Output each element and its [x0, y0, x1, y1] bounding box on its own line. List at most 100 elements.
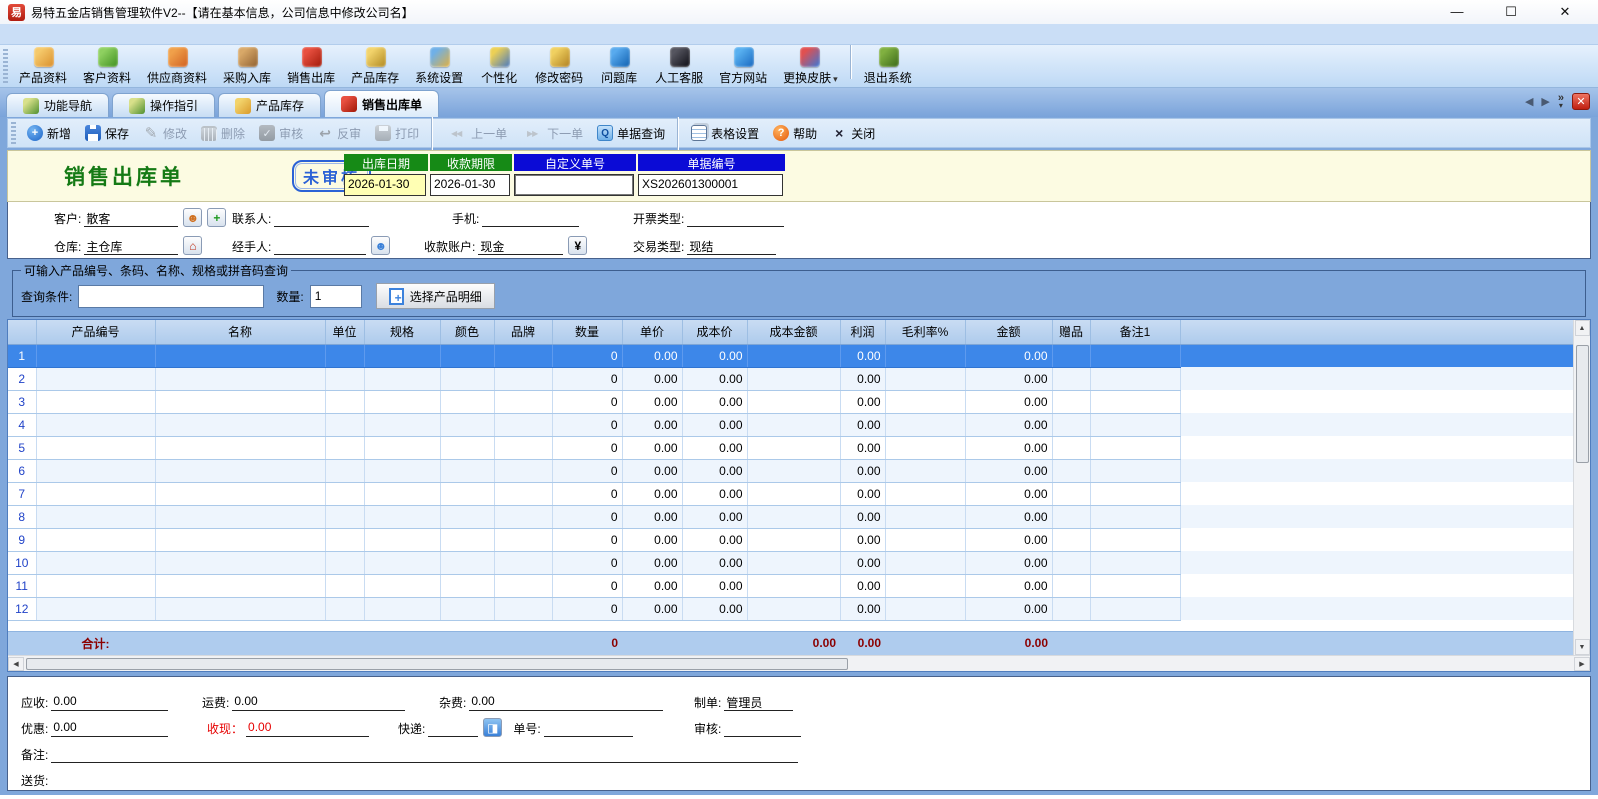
grid-cell[interactable] [440, 551, 495, 575]
horizontal-scroll-thumb[interactable] [26, 657, 848, 670]
column-header[interactable]: 备注1 [1090, 320, 1181, 345]
grid-cell[interactable] [36, 436, 156, 460]
contact-field[interactable] [274, 210, 370, 227]
query-condition-input[interactable] [78, 284, 265, 308]
grid-cell[interactable]: 0.00 [622, 505, 683, 529]
table-row[interactable]: 12 0 0.00 0.00 0.00 0.00 [8, 597, 1573, 621]
grid-cell[interactable]: 0.00 [840, 574, 886, 598]
scroll-tabs-left-icon[interactable]: ◀ [1525, 95, 1533, 108]
grid-cell[interactable] [747, 597, 841, 621]
select-express-icon[interactable]: ◨ [483, 718, 503, 737]
grid-cell[interactable]: 0.00 [965, 413, 1053, 437]
toolbar-button[interactable]: 产品资料 [12, 45, 76, 88]
grid-cell[interactable] [36, 413, 156, 437]
scroll-left-icon[interactable]: ◀ [8, 656, 24, 671]
grid-cell[interactable] [885, 390, 966, 414]
grid-cell[interactable] [36, 597, 156, 621]
grid-cell[interactable] [494, 344, 553, 368]
grid-cell[interactable] [364, 482, 441, 506]
grid-cell[interactable] [885, 436, 966, 460]
grid-cell[interactable] [440, 413, 495, 437]
grid-cell[interactable] [747, 436, 841, 460]
grid-cell[interactable]: 0.00 [840, 390, 886, 414]
grid-cell[interactable] [155, 436, 326, 460]
grid-cell[interactable] [885, 459, 966, 483]
column-header[interactable]: 数量 [552, 320, 623, 345]
toolbar-button[interactable]: 采购入库 [216, 45, 280, 88]
grid-cell[interactable] [1052, 390, 1091, 414]
action-button[interactable]: 表格设置 [684, 122, 766, 145]
grid-cell[interactable] [494, 367, 553, 391]
toolbar-button[interactable]: 销售出库 [280, 45, 344, 88]
table-row[interactable]: 1 0 0.00 0.00 0.00 0.00 [8, 344, 1573, 368]
grid-cell[interactable]: 0.00 [622, 551, 683, 575]
grid-cell[interactable]: 0.00 [622, 528, 683, 552]
grid-cell[interactable]: 0 [552, 574, 623, 598]
grid-cell[interactable]: 0.00 [622, 574, 683, 598]
grid-cell[interactable] [325, 344, 365, 368]
payment-account-field[interactable]: 现金 [478, 238, 564, 255]
grid-cell[interactable]: 0.00 [682, 597, 748, 621]
action-button[interactable]: ▶▶ 下一单 [514, 122, 590, 145]
grid-cell[interactable] [36, 344, 156, 368]
toolbar-button[interactable]: 人工客服 [648, 45, 712, 88]
grid-cell[interactable] [885, 505, 966, 529]
column-header[interactable]: 成本价 [682, 320, 748, 345]
column-header[interactable]: 赠品 [1052, 320, 1091, 345]
grid-cell[interactable]: 0.00 [840, 505, 886, 529]
grid-cell[interactable] [440, 436, 495, 460]
toolbar-button[interactable]: 问题库 [592, 45, 648, 88]
grid-cell[interactable]: 0 [552, 413, 623, 437]
scroll-up-icon[interactable]: ▲ [1574, 320, 1590, 336]
action-button[interactable]: ↩ 反审 [310, 122, 368, 145]
cash-received-field[interactable]: 0.00 [246, 720, 370, 737]
auditor-field[interactable] [724, 720, 802, 737]
toolbar-button[interactable]: 产品库存 [344, 45, 408, 88]
grid-cell[interactable] [747, 574, 841, 598]
grid-cell[interactable] [36, 482, 156, 506]
grid-cell[interactable] [364, 436, 441, 460]
customer-field[interactable]: 散客 [84, 210, 179, 227]
grid-cell[interactable]: 0.00 [965, 505, 1053, 529]
grid-cell[interactable]: 0.00 [840, 528, 886, 552]
menu-item[interactable] [84, 32, 104, 36]
document-tab[interactable]: 销售出库单 [324, 90, 440, 117]
mobile-field[interactable] [482, 210, 580, 227]
grid-cell[interactable]: 0 [552, 459, 623, 483]
grid-cell[interactable] [494, 505, 553, 529]
receivable-field[interactable]: 0.00 [51, 694, 169, 711]
toolbar-button[interactable]: 官方网站 [712, 45, 776, 88]
grid-cell[interactable] [155, 344, 326, 368]
grid-cell[interactable] [1052, 344, 1091, 368]
grid-cell[interactable] [494, 528, 553, 552]
grid-cell[interactable]: 0.00 [622, 482, 683, 506]
grid-cell[interactable]: 0.00 [682, 390, 748, 414]
table-row[interactable]: 10 0 0.00 0.00 0.00 0.00 [8, 551, 1573, 575]
table-row[interactable]: 9 0 0.00 0.00 0.00 0.00 [8, 528, 1573, 552]
head-field-value[interactable]: 2026-01-30 [344, 174, 426, 196]
toolbar-button[interactable]: 供应商资料 [140, 45, 216, 88]
table-row[interactable]: 5 0 0.00 0.00 0.00 0.00 [8, 436, 1573, 460]
grid-cell[interactable]: 0.00 [965, 436, 1053, 460]
discount-field[interactable]: 0.00 [51, 720, 169, 737]
grid-cell[interactable]: 0 [552, 482, 623, 506]
close-window-button[interactable]: ✕ [1552, 4, 1578, 20]
grid-cell[interactable]: 0 [552, 505, 623, 529]
action-button[interactable]: 保存 [78, 122, 136, 145]
tracking-number-field[interactable] [543, 720, 633, 737]
toolbar-button[interactable]: 更换皮肤 ▾ [776, 45, 845, 88]
grid-cell[interactable]: 0.00 [682, 344, 748, 368]
grid-cell[interactable] [325, 482, 365, 506]
grid-cell[interactable] [885, 551, 966, 575]
grid-cell[interactable] [325, 413, 365, 437]
grid-cell[interactable] [885, 574, 966, 598]
grid-cell[interactable] [364, 551, 441, 575]
freight-field[interactable]: 0.00 [232, 694, 406, 711]
scroll-right-icon[interactable]: ▶ [1574, 656, 1590, 671]
menu-item[interactable] [24, 32, 44, 36]
grid-cell[interactable]: 0.00 [965, 482, 1053, 506]
table-row[interactable]: 4 0 0.00 0.00 0.00 0.00 [8, 413, 1573, 437]
grid-cell[interactable] [747, 390, 841, 414]
grid-cell[interactable]: 0.00 [965, 597, 1053, 621]
grid-cell[interactable] [325, 367, 365, 391]
